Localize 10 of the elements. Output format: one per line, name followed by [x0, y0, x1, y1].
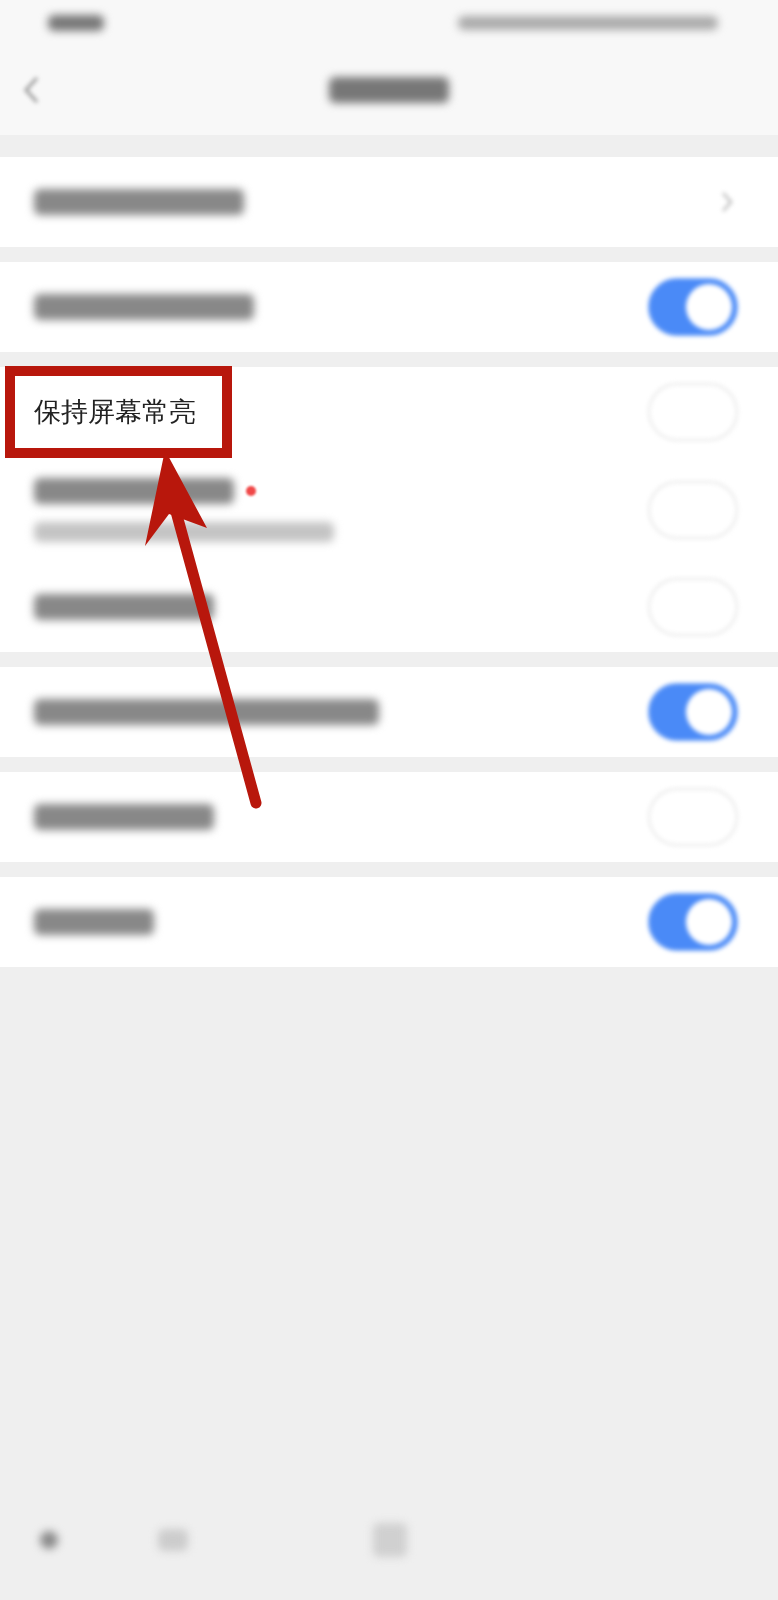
setting-label: 保持屏幕常亮 — [34, 396, 196, 427]
nav-icon[interactable] — [373, 1523, 407, 1557]
chevron-icon — [720, 190, 734, 214]
toggle-switch[interactable] — [648, 278, 738, 336]
nav-icon[interactable] — [40, 1531, 58, 1549]
status-icon — [458, 15, 718, 30]
toggle-switch[interactable] — [648, 683, 738, 741]
status-icon — [48, 14, 104, 31]
toggle-switch[interactable] — [648, 893, 738, 951]
nav-icon[interactable] — [158, 1529, 188, 1551]
